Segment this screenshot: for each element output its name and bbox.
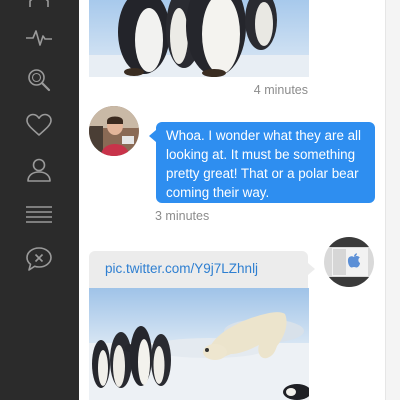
sidebar-item-profile[interactable]	[22, 153, 56, 187]
heart-icon	[26, 113, 52, 136]
home-icon	[29, 0, 49, 7]
penguins-photo[interactable]	[89, 0, 309, 77]
message-icon	[26, 247, 52, 271]
user-icon	[27, 158, 51, 182]
sidebar-item-messages[interactable]	[22, 242, 56, 276]
woman-avatar[interactable]	[89, 106, 139, 156]
message-timestamp: 4 minutes	[253, 83, 308, 97]
scrollbar[interactable]	[385, 0, 400, 400]
tweet-link[interactable]: pic.twitter.com/Y9j7LZhnlj	[105, 261, 258, 276]
message-timestamp: 3 minutes	[155, 209, 210, 223]
conversation-pane[interactable]: 4 minutes Whoa. I wonder what they are a…	[79, 0, 385, 400]
outgoing-link-bubble[interactable]: pic.twitter.com/Y9j7LZhnlj	[89, 251, 315, 288]
sidebar-item-home[interactable]	[22, 0, 56, 20]
sidebar-item-favorites[interactable]	[22, 108, 56, 142]
sidebar-item-activity[interactable]	[22, 20, 56, 54]
incoming-message-bubble[interactable]: Whoa. I wonder what they are all looking…	[149, 122, 375, 203]
list-icon	[26, 206, 52, 223]
activity-pulse-icon	[26, 30, 52, 46]
sidebar	[0, 0, 79, 400]
sidebar-item-lists[interactable]	[22, 197, 56, 231]
polar-bear-penguins-photo[interactable]	[89, 288, 309, 400]
search-icon	[28, 69, 51, 92]
message-text: Whoa. I wonder what they are all looking…	[166, 128, 362, 200]
sidebar-item-search[interactable]	[22, 63, 56, 97]
apple-logo-avatar[interactable]	[324, 237, 374, 287]
